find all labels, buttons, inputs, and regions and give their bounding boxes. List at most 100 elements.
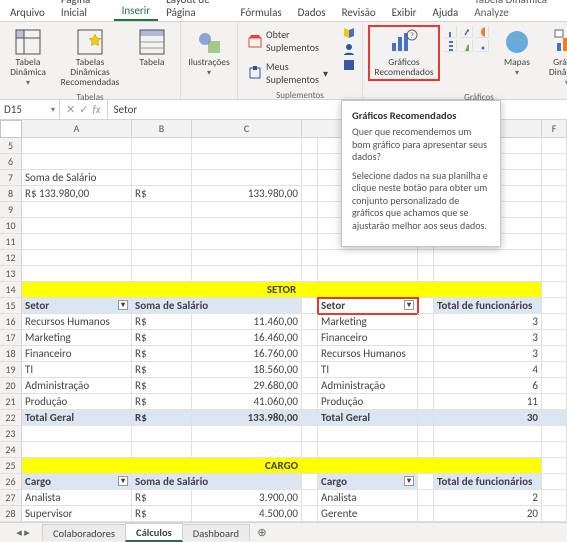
my-addins-button[interactable]: Meus Suplementos ▾ <box>244 58 332 88</box>
recommended-charts-button[interactable]: ? GráficosRecomendados <box>369 26 439 80</box>
cell-D19[interactable]: TI <box>318 362 418 378</box>
cell-A27[interactable]: Analista <box>22 490 132 506</box>
column-chart-icon[interactable] <box>445 26 457 38</box>
cell-C23[interactable] <box>192 426 302 442</box>
cell-B12[interactable] <box>132 250 192 266</box>
cell-A15[interactable]: Setor▾ <box>22 298 132 314</box>
cell-D17[interactable]: Financeiro <box>318 330 418 346</box>
cell-F10[interactable] <box>542 218 567 234</box>
row-header-22[interactable]: 22 <box>0 410 22 426</box>
row-header-25[interactable]: 25 <box>0 458 22 474</box>
cell-E22[interactable]: 30 <box>434 410 542 426</box>
tab-revisao[interactable]: Revisão <box>334 3 384 21</box>
cell-C7[interactable] <box>192 170 302 186</box>
cell-F17[interactable] <box>542 330 567 346</box>
cell-B26[interactable]: Soma de Salário <box>132 474 302 490</box>
cell-E18[interactable]: 3 <box>434 346 542 362</box>
cell-D20[interactable]: Administração <box>318 378 418 394</box>
cell-D23[interactable] <box>318 426 418 442</box>
cell-B6[interactable] <box>132 154 192 170</box>
name-box[interactable]: D15▾ <box>0 100 60 120</box>
bing-maps-icon[interactable] <box>342 26 356 40</box>
cell-B5[interactable] <box>132 138 192 154</box>
col-header-B[interactable]: B <box>132 120 192 138</box>
cell-F28[interactable] <box>542 506 567 522</box>
cell-B28[interactable]: R$ <box>132 506 192 522</box>
cell-A7[interactable]: Soma de Salário <box>22 170 132 186</box>
cell-A18[interactable]: Financeiro <box>22 346 132 362</box>
cell-B24[interactable] <box>132 442 192 458</box>
cell-E26[interactable]: Total de funcionários <box>434 474 542 490</box>
tab-layout[interactable]: Layout de Página <box>158 0 232 21</box>
cell-E15[interactable]: Total de funcionários <box>434 298 542 314</box>
cell-B17[interactable]: R$ <box>132 330 192 346</box>
line-chart-icon[interactable] <box>461 26 473 38</box>
cell-C19[interactable]: 18.560,00 <box>192 362 302 378</box>
cell-A22[interactable]: Total Geral <box>22 410 132 426</box>
row-header-8[interactable]: 8 <box>0 186 22 202</box>
cell-F16[interactable] <box>542 314 567 330</box>
row-header-14[interactable]: 14 <box>0 282 22 298</box>
filter-dropdown-icon[interactable]: ▾ <box>118 300 128 310</box>
cell-E20[interactable]: 6 <box>434 378 542 394</box>
cell-C24[interactable] <box>192 442 302 458</box>
cell-A13[interactable] <box>22 266 132 282</box>
cell-A24[interactable] <box>22 442 132 458</box>
cell-F11[interactable] <box>542 234 567 250</box>
cell-F9[interactable] <box>542 202 567 218</box>
row-header-7[interactable]: 7 <box>0 170 22 186</box>
cell-F15[interactable] <box>542 298 567 314</box>
cell-F12[interactable] <box>542 250 567 266</box>
row-header-19[interactable]: 19 <box>0 362 22 378</box>
row-header-9[interactable]: 9 <box>0 202 22 218</box>
bar-chart-icon[interactable] <box>445 40 457 52</box>
cell-C18[interactable]: 16.760,00 <box>192 346 302 362</box>
table-button[interactable]: Tabela <box>130 26 174 70</box>
tab-inserir[interactable]: Inserir <box>114 1 159 21</box>
cell-C8[interactable]: 133.980,00 <box>192 186 302 202</box>
fx-icon[interactable]: fx <box>92 103 100 116</box>
cell-F13[interactable] <box>542 266 567 282</box>
cell-B16[interactable]: R$ <box>132 314 192 330</box>
cell-D18[interactable]: Recursos Humanos <box>318 346 418 362</box>
cell-C21[interactable]: 41.060,00 <box>192 394 302 410</box>
tab-dados[interactable]: Dados <box>290 3 334 21</box>
cell-B19[interactable]: R$ <box>132 362 192 378</box>
cell-F27[interactable] <box>542 490 567 506</box>
cell-F21[interactable] <box>542 394 567 410</box>
cell-B18[interactable]: R$ <box>132 346 192 362</box>
filter-dropdown-icon[interactable]: ▾ <box>118 476 128 486</box>
cell-C5[interactable] <box>192 138 302 154</box>
cell-F22[interactable] <box>542 410 567 426</box>
row-header-28[interactable]: 28 <box>0 506 22 522</box>
cell-D22[interactable]: Total Geral <box>318 410 418 426</box>
cell-A20[interactable]: Administração <box>22 378 132 394</box>
cell-D24[interactable] <box>318 442 418 458</box>
cell-A6[interactable] <box>22 154 132 170</box>
cell-C28[interactable]: 4.500,00 <box>192 506 302 522</box>
cell-F24[interactable] <box>542 442 567 458</box>
cell-A5[interactable] <box>22 138 132 154</box>
row-header-15[interactable]: 15 <box>0 298 22 314</box>
cell-E17[interactable]: 3 <box>434 330 542 346</box>
cell-B15[interactable]: Soma de Salário <box>132 298 302 314</box>
cell-A19[interactable]: TI <box>22 362 132 378</box>
cell-C13[interactable] <box>192 266 302 282</box>
cell-C27[interactable]: 3.900,00 <box>192 490 302 506</box>
cell-F6[interactable] <box>542 154 567 170</box>
row-header-24[interactable]: 24 <box>0 442 22 458</box>
cell-A8[interactable]: R$ 133.980,00 <box>22 186 132 202</box>
filter-dropdown-icon[interactable]: ▾ <box>404 476 414 486</box>
cell-F5[interactable] <box>542 138 567 154</box>
cell-E12[interactable] <box>434 250 542 266</box>
cell-F18[interactable] <box>542 346 567 362</box>
cell-C22[interactable]: 133.980,00 <box>192 410 302 426</box>
tab-pagina-inicial[interactable]: Página Inicial <box>53 0 114 21</box>
cell-E23[interactable] <box>434 426 542 442</box>
cell-B11[interactable] <box>132 234 192 250</box>
cell-A11[interactable] <box>22 234 132 250</box>
col-header-C[interactable]: C <box>192 120 302 138</box>
row-header-18[interactable]: 18 <box>0 346 22 362</box>
tab-exibir[interactable]: Exibir <box>384 3 425 21</box>
row-header-21[interactable]: 21 <box>0 394 22 410</box>
